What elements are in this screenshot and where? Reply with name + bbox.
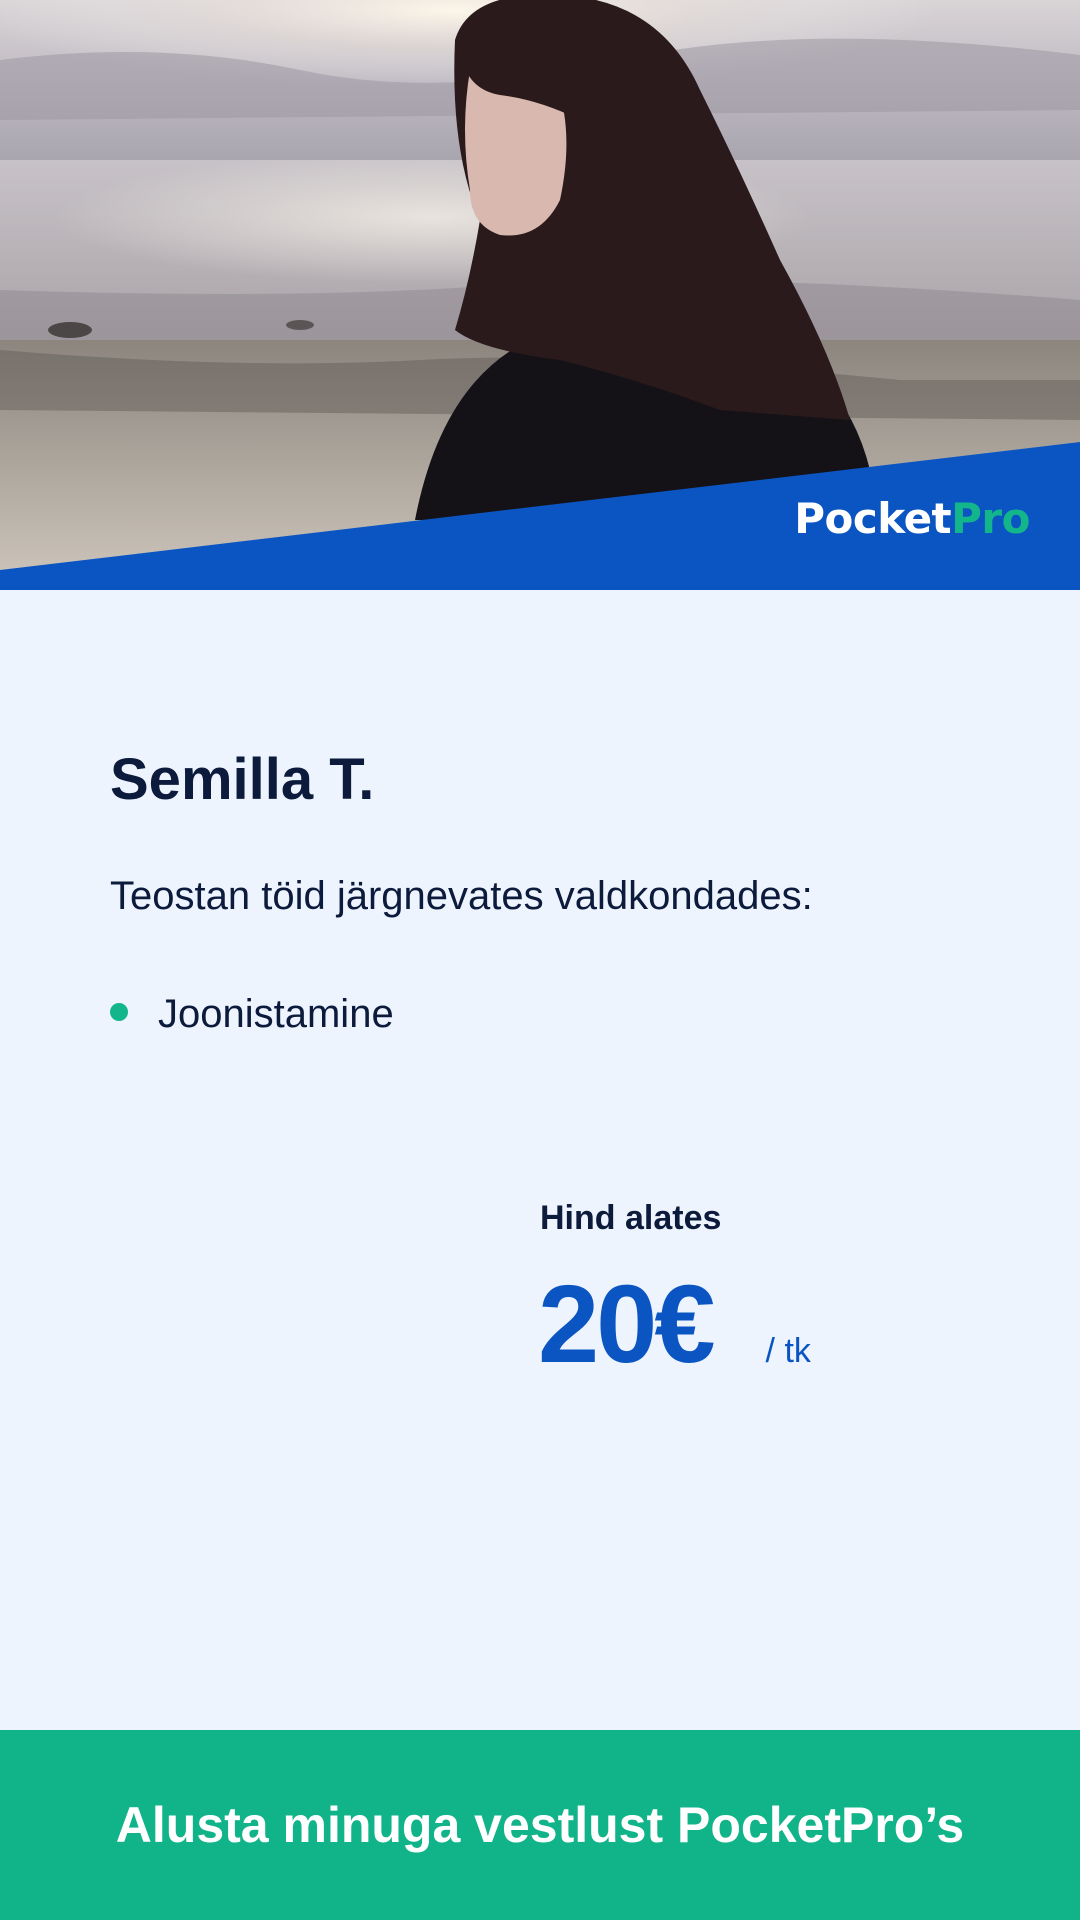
price-value: 20 € / tk: [538, 1270, 811, 1380]
profile-intro: Teostan töid järgnevates valdkondades:: [110, 874, 813, 918]
hero-section: PocketPro: [0, 0, 1080, 590]
skills-list: Joonistamine: [110, 990, 394, 1038]
price-unit: / tk: [765, 1332, 811, 1370]
skill-label: Joonistamine: [158, 992, 394, 1036]
skill-item: Joonistamine: [110, 990, 394, 1038]
price-currency: €: [654, 1263, 716, 1386]
start-chat-button[interactable]: Alusta minuga vestlust PocketPro’s: [0, 1730, 1080, 1920]
pocketpro-logo: PocketPro: [794, 494, 1030, 543]
start-chat-label: Alusta minuga vestlust PocketPro’s: [115, 1797, 965, 1853]
price-amount: 20: [538, 1263, 657, 1386]
bullet-icon: [110, 1003, 128, 1021]
profile-name: Semilla T.: [110, 747, 375, 812]
price-label: Hind alates: [540, 1199, 722, 1237]
